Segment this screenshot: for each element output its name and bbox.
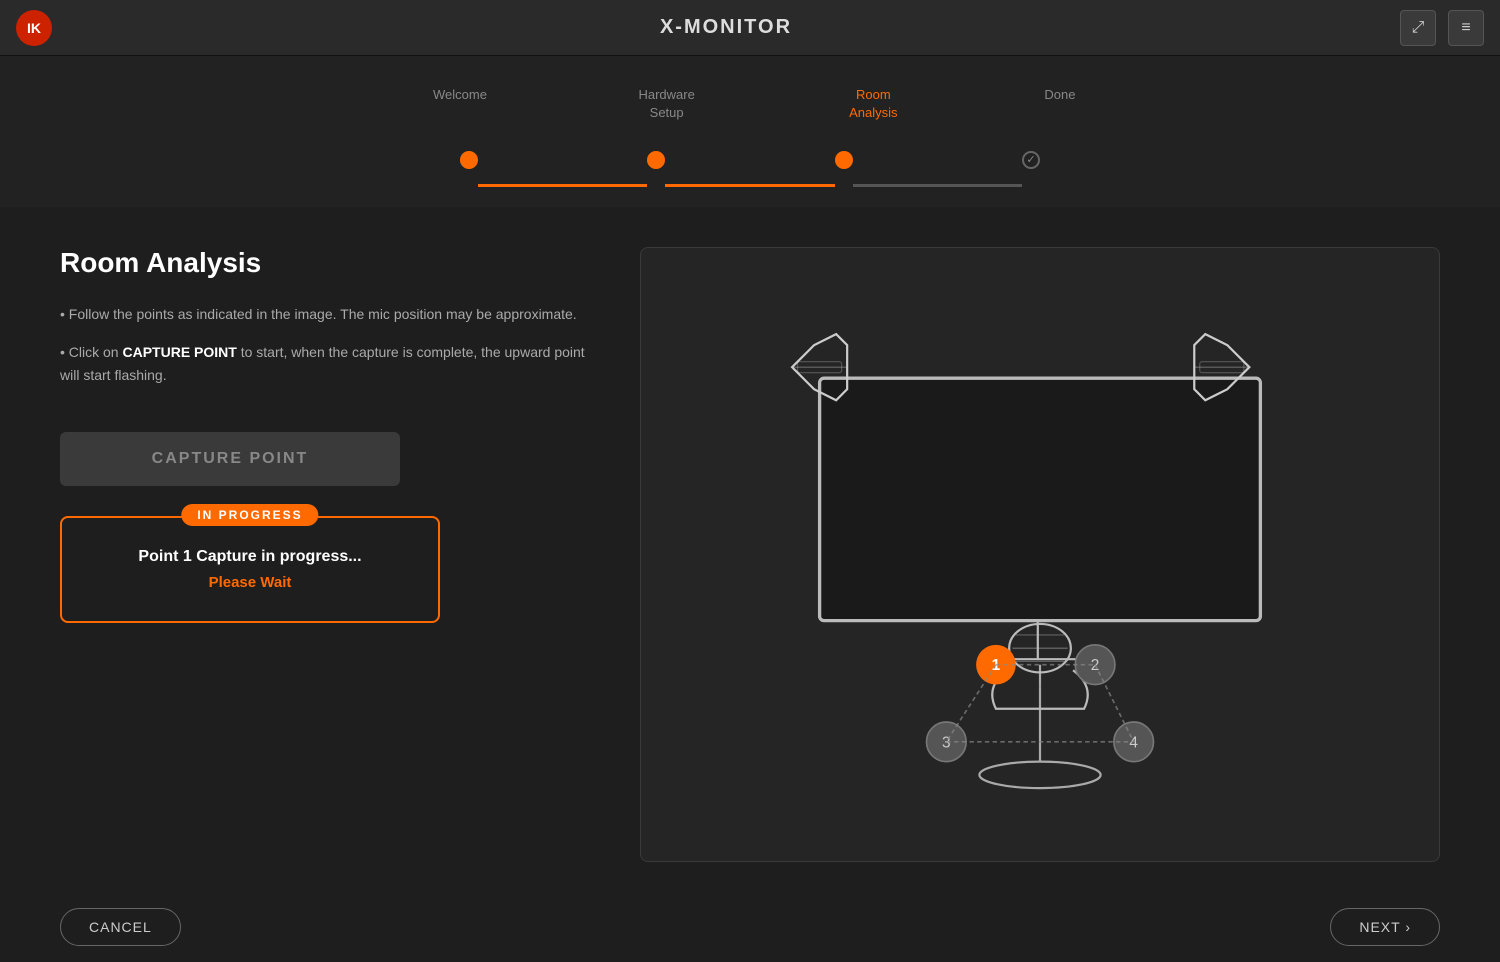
progress-wait: Please Wait xyxy=(82,574,418,591)
main-content: Room Analysis • Follow the points as ind… xyxy=(0,207,1500,892)
next-button[interactable]: NEXT › xyxy=(1330,908,1440,946)
app-title: X-MONITOR xyxy=(660,16,792,39)
progress-badge: IN PROGRESS xyxy=(181,504,318,526)
footer: CANCEL NEXT › xyxy=(0,892,1500,962)
menu-button[interactable]: ≡ xyxy=(1448,10,1484,46)
step-line-1 xyxy=(478,184,647,187)
capture-point-button[interactable]: CAPTURE POINT xyxy=(60,432,400,486)
cancel-button[interactable]: CANCEL xyxy=(60,908,181,946)
step-label-hardware: Hardware Setup xyxy=(638,87,694,120)
room-diagram-svg: 1 2 3 4 xyxy=(661,268,1419,841)
step-dot-welcome xyxy=(460,151,478,169)
section-title: Room Analysis xyxy=(60,247,600,279)
left-panel: Room Analysis • Follow the points as ind… xyxy=(60,247,600,862)
instruction-2: • Click on CAPTURE POINT to start, when … xyxy=(60,341,600,386)
header: IK X-MONITOR ⤢ ≡ xyxy=(0,0,1500,56)
step-dot-done: ✓ xyxy=(1022,151,1040,169)
expand-button[interactable]: ⤢ xyxy=(1400,10,1436,46)
step-line-3 xyxy=(853,184,1022,187)
room-diagram-panel: 1 2 3 4 xyxy=(640,247,1440,862)
step-dot-hardware xyxy=(647,151,665,169)
app-logo: IK xyxy=(16,10,52,46)
stepper: Welcome Hardware Setup Room Analysis Don… xyxy=(0,56,1500,207)
step-dot-room xyxy=(835,151,853,169)
instruction-1: • Follow the points as indicated in the … xyxy=(60,303,600,325)
progress-box: IN PROGRESS Point 1 Capture in progress.… xyxy=(60,516,440,623)
step-label-done: Done xyxy=(1044,87,1075,102)
step-line-2 xyxy=(665,184,834,187)
menu-icon: ≡ xyxy=(1461,19,1470,37)
expand-icon: ⤢ xyxy=(1412,19,1425,37)
progress-message: Point 1 Capture in progress... xyxy=(82,548,418,566)
step-label-welcome: Welcome xyxy=(433,87,487,102)
step-label-room: Room Analysis xyxy=(849,87,897,120)
header-actions: ⤢ ≡ xyxy=(1400,10,1484,46)
